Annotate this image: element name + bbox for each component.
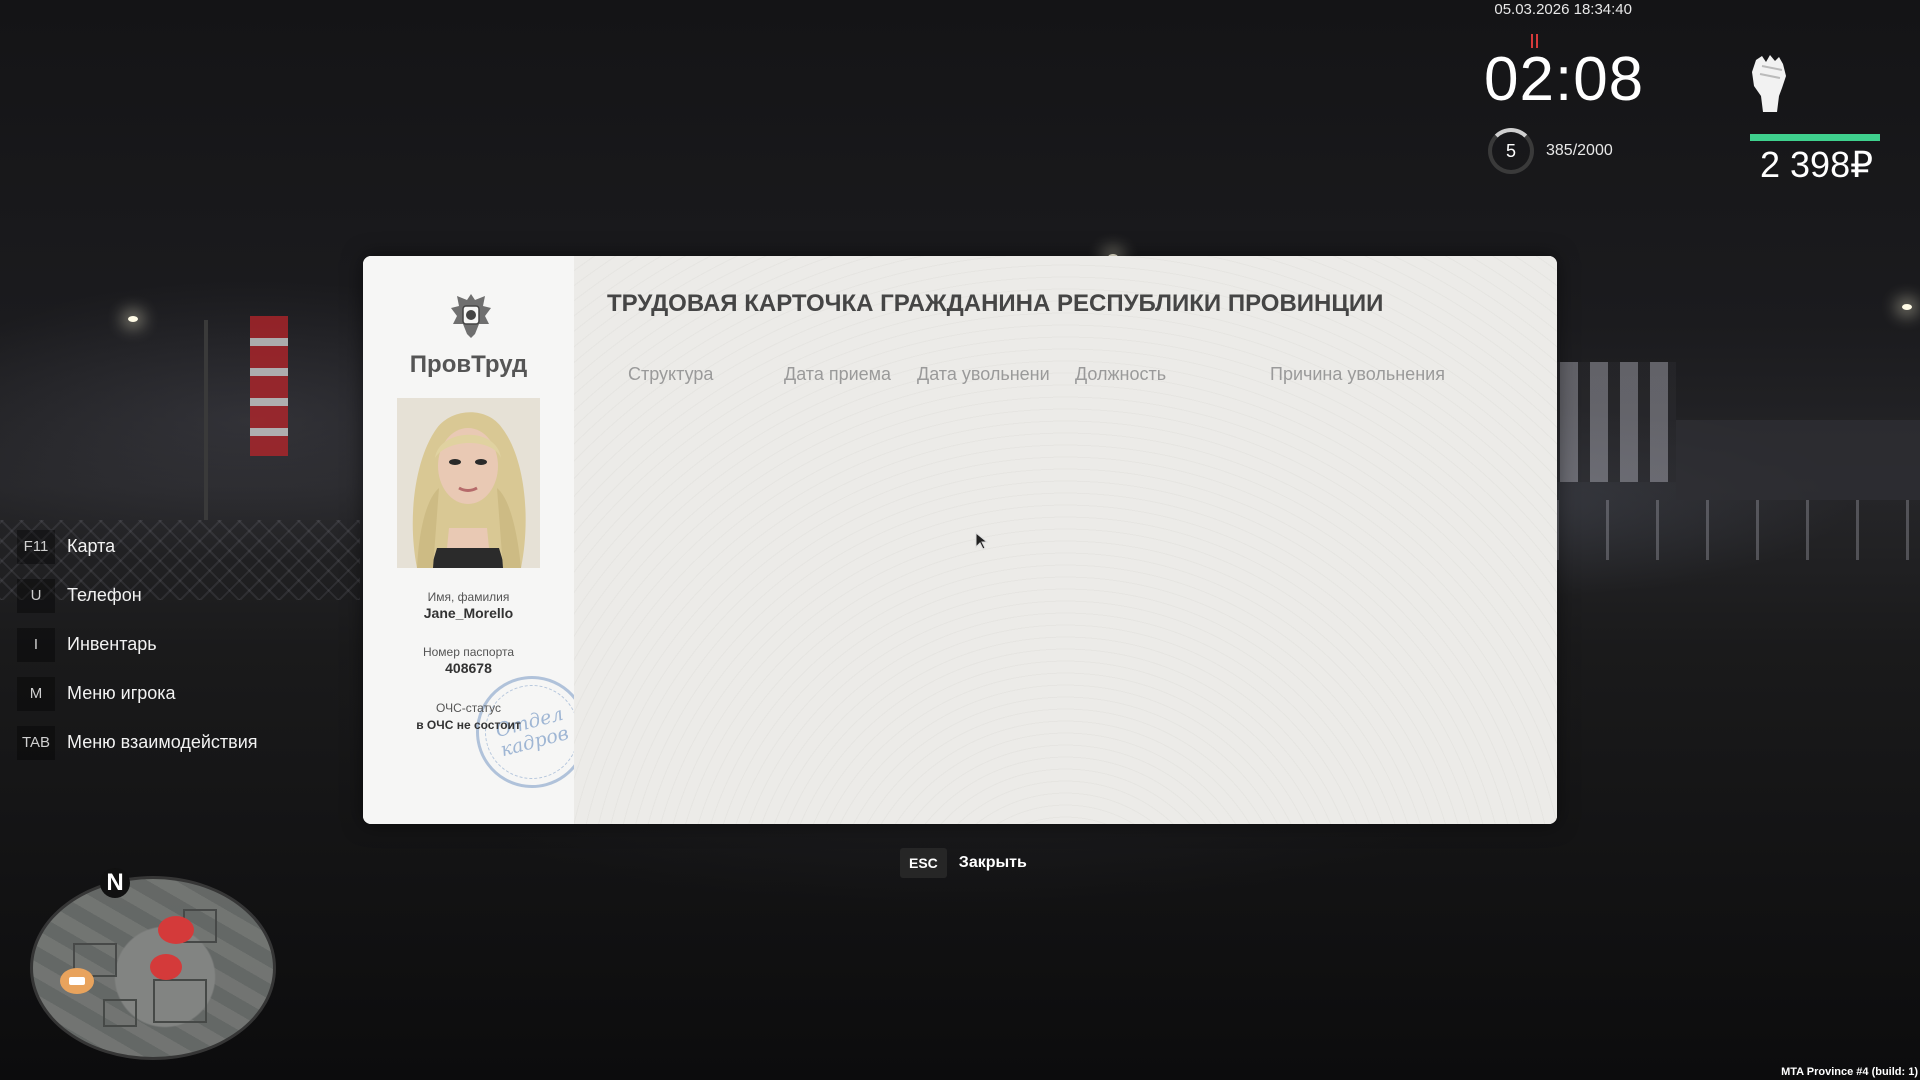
menu-label: Меню игрока <box>67 683 176 703</box>
level-indicator: 5 <box>1488 128 1534 174</box>
hr-stamp-inner: Отдел кадров <box>474 674 590 790</box>
health-bar <box>1750 134 1880 141</box>
work-card: ПровТруд Имя, фамилия Jane_Morello Номер… <box>363 256 1557 824</box>
background-streetlight <box>1902 304 1912 310</box>
background-lamp-pole <box>204 320 208 520</box>
minimap-building <box>103 999 137 1027</box>
card-sidebar: ПровТруд Имя, фамилия Jane_Morello Номер… <box>363 256 601 824</box>
hud-datetime: 05.03.2026 18:34:40 <box>1494 1 1632 18</box>
card-title: ТРУДОВАЯ КАРТОЧКА ГРАЖДАНИНА РЕСПУБЛИКИ … <box>607 290 1384 317</box>
menu-item-player-menu[interactable]: M Меню игрока <box>0 669 258 718</box>
menu-key: U <box>17 578 55 613</box>
menu-key: TAB <box>17 725 55 760</box>
character-photo <box>397 398 540 568</box>
background-building <box>1556 362 1676 482</box>
menu-item-phone[interactable]: U Телефон <box>0 571 258 620</box>
menu-item-map[interactable]: F11 Карта <box>0 522 258 571</box>
xp-counter: 385/2000 <box>1546 142 1613 159</box>
menu-label: Инвентарь <box>67 634 157 654</box>
menu-label: Телефон <box>67 585 142 605</box>
column-header-position: Должность <box>1075 364 1167 384</box>
column-header-hire-date: Дата приема <box>784 364 892 384</box>
name-label: Имя, фамилия <box>427 590 510 604</box>
background-tower <box>250 316 288 456</box>
close-hint[interactable]: ESC Закрыть <box>900 848 1027 878</box>
background-streetlight <box>128 316 138 322</box>
passport-value: 408678 <box>445 660 492 676</box>
background-fence <box>1556 500 1920 560</box>
passport-label: Номер паспорта <box>422 645 515 659</box>
status-label: ОЧС-статус <box>436 701 501 715</box>
card-content <box>574 256 1557 824</box>
hotkey-menu: F11 Карта U Телефон I Инвентарь M Меню и… <box>0 522 258 767</box>
north-indicator: N <box>100 868 130 898</box>
menu-item-inventory[interactable]: I Инвентарь <box>0 620 258 669</box>
status-value: в ОЧС не состоит <box>416 718 521 732</box>
minimap-marker <box>158 916 194 944</box>
menu-key: I <box>17 627 55 662</box>
menu-key: F11 <box>17 529 55 564</box>
brand-name: ПровТруд <box>409 351 528 378</box>
esc-key[interactable]: ESC <box>900 848 947 878</box>
menu-key: M <box>17 676 55 711</box>
minimap-building <box>153 979 207 1023</box>
fist-icon <box>1746 52 1794 114</box>
column-header-structure: Структура <box>628 364 714 384</box>
background-building <box>1676 420 1920 500</box>
build-info: MTA Province #4 (build: 1) <box>1781 1066 1918 1078</box>
menu-item-interaction[interactable]: TAB Меню взаимодействия <box>0 718 258 767</box>
menu-label: Карта <box>67 536 116 556</box>
hud-clock: 02:08 <box>1484 45 1645 114</box>
food-marker-icon <box>60 968 94 994</box>
mouse-cursor-icon <box>975 531 989 555</box>
column-header-dismissal-reason: Причина увольнения <box>1270 364 1445 384</box>
level-value: 5 <box>1505 140 1516 161</box>
menu-label: Меню взаимодействия <box>67 732 258 752</box>
minimap-marker <box>150 954 182 980</box>
column-header-dismissal-date: Дата увольнени <box>917 364 1050 384</box>
close-label: Закрыть <box>958 854 1027 871</box>
money-display: 2 398₽ <box>1760 144 1873 185</box>
coat-of-arms-icon <box>447 290 495 342</box>
name-value: Jane_Morello <box>423 605 514 621</box>
